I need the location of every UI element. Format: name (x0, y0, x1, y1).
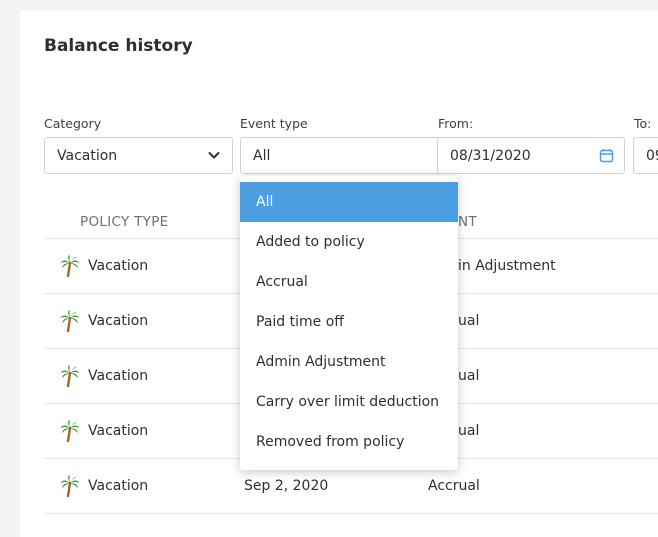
dropdown-option-carry-over-limit-deduction[interactable]: Carry over limit deduction (240, 382, 458, 422)
dropdown-option-admin-adjustment[interactable]: Admin Adjustment (240, 342, 458, 382)
dropdown-option-added-to-policy[interactable]: Added to policy (240, 222, 458, 262)
date-cell: Sep 2, 2020 (244, 478, 329, 494)
to-date-input[interactable]: 09 (633, 137, 658, 174)
policy-type-cell: Vacation (88, 478, 149, 494)
event-type-label: Event type (240, 116, 308, 131)
palm-tree-icon (60, 310, 80, 332)
from-date-value: 08/31/2020 (450, 147, 531, 164)
to-date-value: 09 (646, 147, 658, 164)
from-date-input[interactable]: 08/31/2020 (437, 137, 625, 174)
palm-tree-icon (60, 475, 80, 497)
event-type-select[interactable]: All (240, 137, 440, 174)
event-cell: ual (458, 368, 480, 384)
from-label: From: (438, 116, 474, 131)
palm-tree-icon (60, 365, 80, 387)
column-header-policy-type: POLICY TYPE (80, 214, 169, 230)
event-cell: ual (458, 423, 480, 439)
event-cell: ual (458, 313, 480, 329)
category-label: Category (44, 116, 102, 131)
to-label: To: (634, 116, 652, 131)
policy-type-cell: Vacation (88, 423, 149, 439)
policy-type-cell: Vacation (88, 368, 149, 384)
dropdown-option-accrual[interactable]: Accrual (240, 262, 458, 302)
category-value: Vacation (57, 147, 118, 164)
dropdown-option-all[interactable]: All (240, 182, 458, 222)
event-cell: Accrual (428, 478, 480, 494)
column-header-event: NT (458, 214, 477, 230)
palm-tree-icon (60, 255, 80, 277)
policy-type-cell: Vacation (88, 313, 149, 329)
event-cell: in Adjustment (458, 258, 556, 274)
palm-tree-icon (60, 420, 80, 442)
row-divider (44, 513, 658, 514)
event-type-value: All (253, 147, 271, 164)
dropdown-option-removed-from-policy[interactable]: Removed from policy (240, 422, 458, 462)
category-select[interactable]: Vacation (44, 137, 233, 174)
calendar-icon[interactable] (599, 148, 614, 163)
page-title: Balance history (44, 36, 193, 56)
event-type-dropdown-menu: All Added to policy Accrual Paid time of… (240, 176, 458, 470)
dropdown-option-paid-time-off[interactable]: Paid time off (240, 302, 458, 342)
policy-type-cell: Vacation (88, 258, 149, 274)
chevron-down-icon (208, 152, 220, 159)
